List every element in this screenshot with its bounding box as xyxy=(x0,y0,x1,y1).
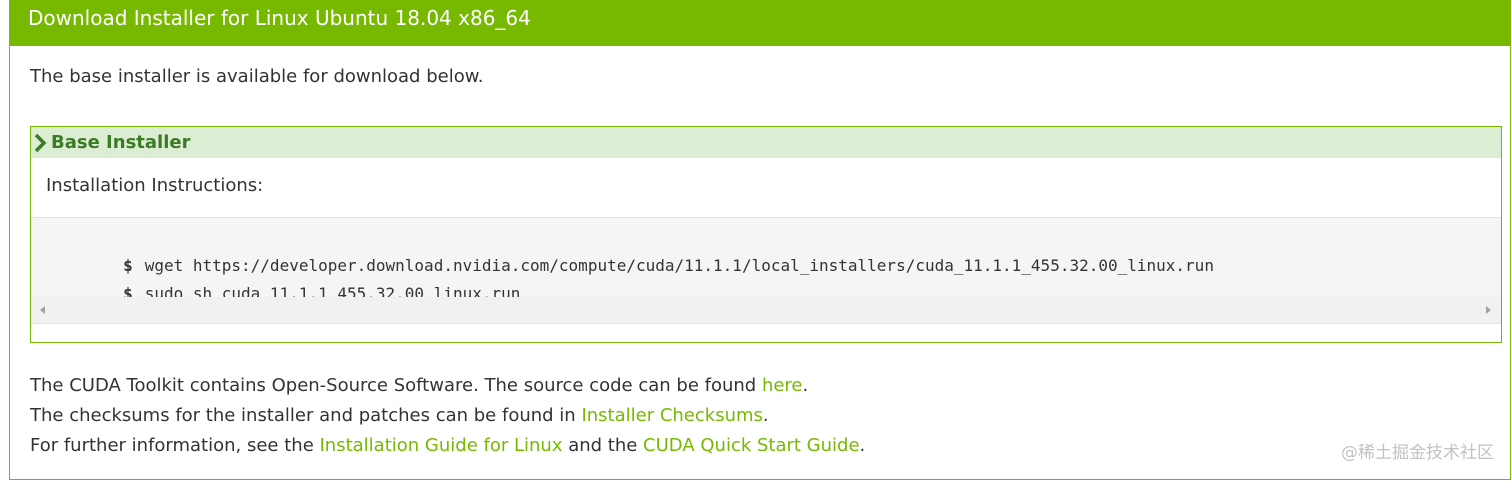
period: . xyxy=(762,405,769,426)
scroll-right-arrow-icon[interactable] xyxy=(1486,306,1491,314)
base-installer-section: Base Installer Installation Instructions… xyxy=(30,126,1502,343)
and-the-text: and the xyxy=(562,435,644,456)
code-block[interactable]: $ wget https://developer.download.nvidia.… xyxy=(31,217,1501,324)
installation-guide-link[interactable]: Installation Guide for Linux xyxy=(320,435,563,456)
here-link[interactable]: here xyxy=(762,375,803,396)
further-info-line: For further information, see the Install… xyxy=(30,431,865,461)
download-installer-panel: Download Installer for Linux Ubuntu 18.0… xyxy=(9,0,1511,480)
watermark: @稀土掘金技术社区 xyxy=(1341,443,1494,463)
period: . xyxy=(859,435,866,456)
chevron-right-icon xyxy=(34,133,47,152)
checksums-text: The checksums for the installer and patc… xyxy=(30,405,582,426)
source-code-text: The CUDA Toolkit contains Open-Source So… xyxy=(30,375,762,396)
base-installer-toggle[interactable]: Base Installer xyxy=(31,127,1501,158)
intro-text: The base installer is available for down… xyxy=(30,66,484,87)
horizontal-scrollbar[interactable] xyxy=(31,297,1501,323)
quick-start-guide-link[interactable]: CUDA Quick Start Guide xyxy=(643,435,860,456)
installation-instructions-label: Installation Instructions: xyxy=(46,175,264,196)
period: . xyxy=(802,375,809,396)
panel-title: Download Installer for Linux Ubuntu 18.0… xyxy=(9,0,1511,46)
installer-checksums-link[interactable]: Installer Checksums xyxy=(581,405,762,426)
checksums-line: The checksums for the installer and patc… xyxy=(30,401,865,431)
source-code-line: The CUDA Toolkit contains Open-Source So… xyxy=(30,371,865,401)
base-installer-title: Base Installer xyxy=(51,132,191,153)
footer-info: The CUDA Toolkit contains Open-Source So… xyxy=(30,371,865,461)
scroll-left-arrow-icon[interactable] xyxy=(40,306,45,314)
further-info-text: For further information, see the xyxy=(30,435,320,456)
